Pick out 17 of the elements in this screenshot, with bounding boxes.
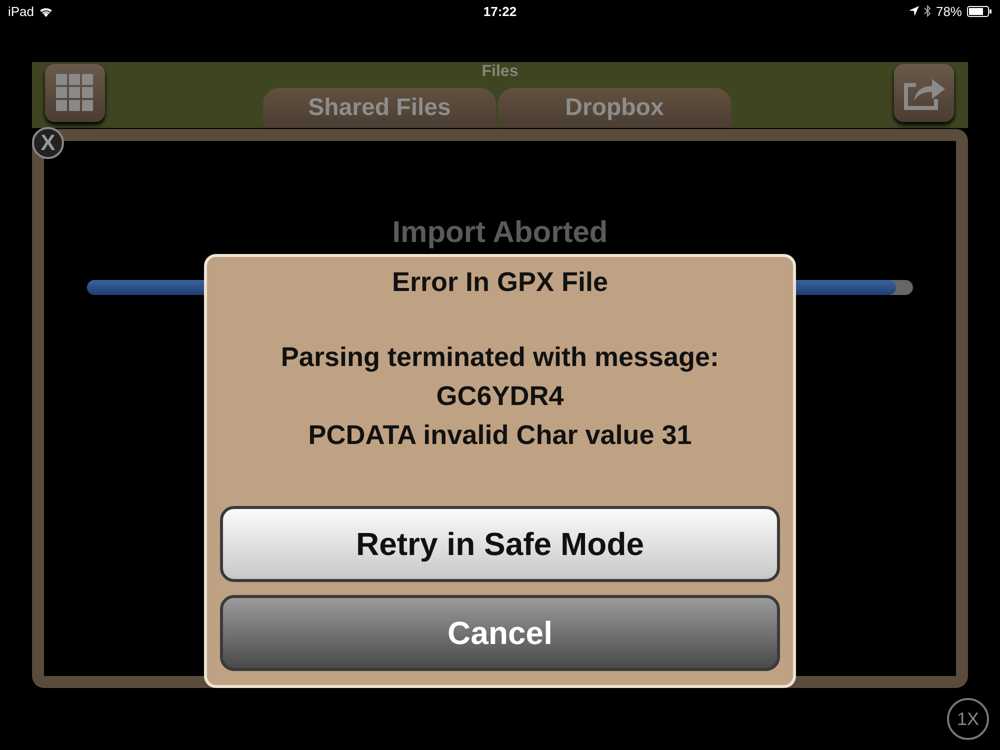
grid-icon [56, 74, 94, 112]
share-button[interactable] [894, 64, 954, 122]
dialog-title: Error In GPX File [392, 267, 608, 298]
battery-icon [967, 6, 992, 16]
wifi-icon [39, 6, 54, 16]
grid-menu-button[interactable] [45, 64, 105, 122]
screen-title: Files [482, 63, 518, 81]
cancel-button[interactable]: Cancel [220, 595, 780, 671]
retry-button[interactable]: Retry in Safe Mode [220, 506, 780, 582]
import-status: Import Aborted [392, 217, 608, 249]
battery-percent: 78% [936, 4, 962, 18]
device-name: iPad [8, 4, 34, 18]
bluetooth-icon [924, 5, 931, 17]
clock: 17:22 [483, 4, 517, 18]
zoom-button[interactable]: 1X [947, 698, 989, 740]
error-message: Parsing terminated with message: GC6YDR4 PCDATA invalid Char value 31 [280, 341, 720, 452]
location-icon [908, 6, 919, 16]
